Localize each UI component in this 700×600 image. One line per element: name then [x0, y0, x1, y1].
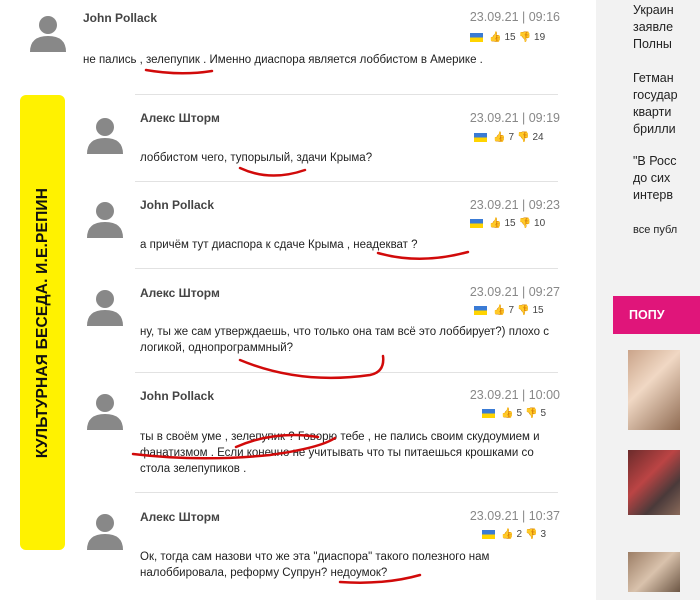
comment-date: 23.09.21 | 10:37 [469, 509, 560, 523]
comment-date: 23.09.21 | 09:23 [469, 198, 560, 212]
like-count: 2 [516, 529, 523, 540]
comment-text: лоббистом чего, тупорылый, здачи Крыма? [140, 152, 373, 164]
comment-author[interactable]: John Pollack [140, 198, 214, 212]
dislike-count: 15 [532, 305, 544, 316]
dislike-count: 19 [534, 32, 546, 43]
popular-thumb-image[interactable] [628, 350, 680, 430]
comment-divider [135, 492, 558, 493]
red-underline [238, 166, 307, 177]
dislike-count: 24 [532, 132, 544, 143]
comment-votes: 👍 15 👎 10 [470, 218, 545, 229]
like-count: 15 [504, 32, 516, 43]
thumbs-up-icon[interactable]: 👍 [501, 529, 513, 540]
comment-divider [135, 372, 558, 373]
comment-text: а причём тут диаспора к сдаче Крыма , не… [140, 239, 418, 251]
comment-text: ну, ты же сам утверждаешь, что только он… [140, 326, 549, 354]
dislike-count: 10 [534, 218, 546, 229]
dislike-count: 5 [540, 408, 547, 419]
comment-author[interactable]: Алекс Шторм [140, 286, 220, 300]
all-publications-link[interactable]: все публ [633, 222, 677, 239]
popular-thumb-image[interactable] [628, 552, 680, 592]
like-count: 7 [508, 132, 515, 143]
sidebar-news-1[interactable]: Украин заявле Полны [633, 2, 674, 53]
red-underline [144, 68, 214, 75]
comment-votes: 👍 7 👎 24 [474, 132, 544, 143]
ukraine-flag-icon [474, 133, 487, 142]
comment-votes: 👍 15 👎 19 [470, 32, 545, 43]
dislike-count: 3 [540, 529, 547, 540]
comment-divider [135, 181, 558, 182]
like-count: 15 [504, 218, 516, 229]
like-count: 5 [516, 408, 523, 419]
comment-votes: 👍 7 👎 15 [474, 305, 544, 316]
thumbs-down-icon[interactable]: 👎 [519, 218, 531, 229]
thumbs-up-icon[interactable]: 👍 [493, 305, 505, 316]
ukraine-flag-icon [474, 306, 487, 315]
red-underline [376, 250, 470, 260]
comment-votes: 👍 2 👎 3 [482, 529, 546, 540]
avatar-silhouette-icon[interactable] [84, 196, 126, 238]
comment-date: 23.09.21 | 10:00 [469, 388, 560, 402]
thumbs-up-icon[interactable]: 👍 [489, 32, 501, 43]
comment-divider [135, 94, 558, 95]
comment-date: 23.09.21 | 09:27 [469, 285, 560, 299]
like-count: 7 [508, 305, 515, 316]
red-underline [238, 354, 385, 380]
avatar-silhouette-icon[interactable] [84, 508, 126, 550]
comment-author[interactable]: John Pollack [140, 389, 214, 403]
ukraine-flag-icon [470, 219, 483, 228]
popular-header: ПОПУ [613, 296, 700, 334]
thumbs-down-icon[interactable]: 👎 [517, 132, 529, 143]
comment-votes: 👍 5 👎 5 [482, 408, 546, 419]
ukraine-flag-icon [470, 33, 483, 42]
ukraine-flag-icon [482, 409, 495, 418]
sidebar-news-2[interactable]: Гетман государ кварти брилли [633, 70, 678, 138]
popular-thumb-image[interactable] [628, 450, 680, 515]
comment-text: не пались , зелепупик . Именно диаспора … [83, 54, 483, 66]
thumbs-up-icon[interactable]: 👍 [501, 408, 513, 419]
comment-text: Ок, тогда сам назови что же эта "диаспор… [140, 551, 490, 579]
thumbs-down-icon[interactable]: 👎 [519, 32, 531, 43]
avatar-silhouette-icon[interactable] [84, 284, 126, 326]
thumbs-down-icon[interactable]: 👎 [517, 305, 529, 316]
ukraine-flag-icon [482, 530, 495, 539]
sidebar-news-3[interactable]: "В Росс до сих интерв [633, 153, 677, 204]
comment-author[interactable]: Алекс Шторм [140, 111, 220, 125]
avatar-silhouette-icon[interactable] [84, 388, 126, 430]
thumbs-down-icon[interactable]: 👎 [525, 529, 537, 540]
avatar-silhouette-icon[interactable] [27, 10, 69, 52]
thumbs-up-icon[interactable]: 👍 [489, 218, 501, 229]
avatar-silhouette-icon[interactable] [84, 112, 126, 154]
comment-date: 23.09.21 | 09:19 [469, 111, 560, 125]
comment-author[interactable]: Алекс Шторм [140, 510, 220, 524]
comment-divider [135, 268, 558, 269]
thumbs-up-icon[interactable]: 👍 [493, 132, 505, 143]
thumbs-down-icon[interactable]: 👎 [525, 408, 537, 419]
comment-author[interactable]: John Pollack [83, 11, 157, 25]
banner-label: КУЛЬТУРНАЯ БЕСЕДА. И.Е.РЕПИН [20, 95, 65, 550]
comment-date: 23.09.21 | 09:16 [469, 10, 560, 24]
comment-text: ты в своём уме , зелепупик ? Говорю тебе… [140, 431, 540, 475]
